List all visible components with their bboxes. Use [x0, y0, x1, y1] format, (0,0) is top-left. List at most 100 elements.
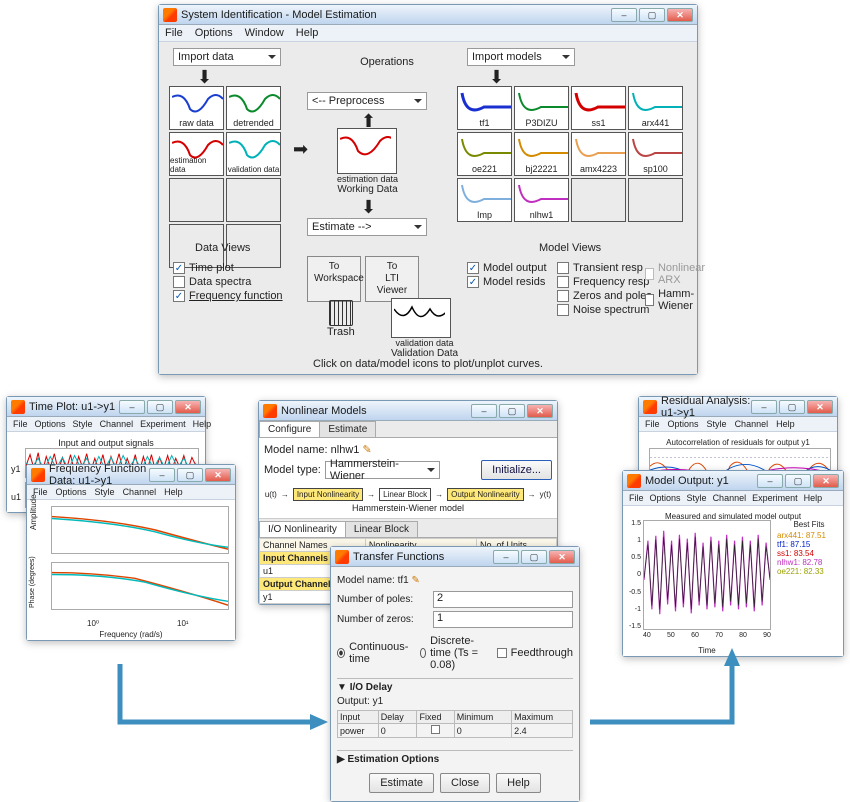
- maximize-button[interactable]: ▢: [499, 404, 525, 418]
- data-tile-empty[interactable]: [169, 178, 224, 222]
- model-tile-imp[interactable]: Imp: [457, 178, 512, 222]
- close-button[interactable]: ✕: [527, 404, 553, 418]
- close-button[interactable]: ✕: [205, 468, 231, 482]
- edit-icon[interactable]: ✎: [362, 444, 371, 456]
- table-cell[interactable]: 0: [454, 724, 511, 738]
- table-cell-checkbox[interactable]: [417, 724, 454, 738]
- table-cell[interactable]: 2.4: [512, 724, 573, 738]
- minimize-button[interactable]: –: [119, 400, 145, 414]
- menu-style[interactable]: Style: [707, 419, 727, 429]
- menu-file[interactable]: File: [629, 493, 644, 503]
- chk-noise-spectrum[interactable]: Noise spectrum: [557, 304, 652, 316]
- close-button[interactable]: ✕: [175, 400, 201, 414]
- menu-file[interactable]: File: [165, 27, 183, 39]
- maximize-button[interactable]: ▢: [785, 474, 811, 488]
- data-tile-raw[interactable]: raw data: [169, 86, 224, 130]
- io-delay-label[interactable]: I/O Delay: [350, 682, 393, 693]
- maximize-button[interactable]: ▢: [147, 400, 173, 414]
- maximize-button[interactable]: ▢: [639, 8, 665, 22]
- import-models-combo[interactable]: Import models: [467, 48, 575, 66]
- chk-zeros-poles[interactable]: Zeros and poles: [557, 290, 652, 302]
- menu-experiment[interactable]: Experiment: [140, 419, 186, 429]
- menu-options[interactable]: Options: [650, 493, 681, 503]
- minimize-button[interactable]: –: [751, 400, 777, 414]
- model-tile-arx441[interactable]: arx441: [628, 86, 683, 130]
- num-poles-field[interactable]: 2: [433, 591, 573, 608]
- data-tile-detrended[interactable]: detrended: [226, 86, 281, 130]
- minimize-button[interactable]: –: [611, 8, 637, 22]
- chk-transient-resp[interactable]: Transient resp: [557, 262, 652, 274]
- menu-window[interactable]: Window: [245, 27, 284, 39]
- estimate-combo[interactable]: Estimate -->: [307, 218, 427, 236]
- help-button[interactable]: Help: [496, 773, 541, 793]
- table-cell[interactable]: 0: [378, 724, 417, 738]
- menu-channel[interactable]: Channel: [100, 419, 134, 429]
- model-type-combo[interactable]: Hammerstein-Wiener: [325, 461, 440, 479]
- model-tile-oe221[interactable]: oe221: [457, 132, 512, 176]
- chk-model-output[interactable]: ✓Model output: [467, 262, 547, 274]
- menu-options[interactable]: Options: [668, 419, 699, 429]
- menu-help[interactable]: Help: [776, 419, 795, 429]
- minimize-button[interactable]: –: [493, 550, 519, 564]
- initialize-button[interactable]: Initialize...: [481, 460, 552, 480]
- tab-linear-block[interactable]: Linear Block: [345, 521, 418, 537]
- maximize-button[interactable]: ▢: [779, 400, 805, 414]
- menu-help[interactable]: Help: [164, 487, 183, 497]
- chk-freq-resp[interactable]: Frequency resp: [557, 276, 652, 288]
- maximize-button[interactable]: ▢: [177, 468, 203, 482]
- menu-file[interactable]: File: [13, 419, 28, 429]
- num-zeros-field[interactable]: 1: [433, 611, 573, 628]
- trash-icon[interactable]: [329, 300, 353, 326]
- menu-help[interactable]: Help: [804, 493, 823, 503]
- est-options-label[interactable]: Estimation Options: [347, 754, 439, 765]
- menu-options[interactable]: Options: [195, 27, 233, 39]
- edit-icon[interactable]: ✎: [412, 575, 420, 586]
- model-tile-empty[interactable]: [571, 178, 626, 222]
- close-button[interactable]: ✕: [549, 550, 575, 564]
- preprocess-combo[interactable]: <-- Preprocess: [307, 92, 427, 110]
- close-button[interactable]: ✕: [807, 400, 833, 414]
- chk-feedthrough[interactable]: Feedthrough: [497, 635, 573, 671]
- minimize-button[interactable]: –: [757, 474, 783, 488]
- data-tile-validation[interactable]: validation data: [226, 132, 281, 176]
- to-workspace-button[interactable]: ToWorkspace: [307, 256, 361, 302]
- estimate-button[interactable]: Estimate: [369, 773, 434, 793]
- menu-help[interactable]: Help: [193, 419, 212, 429]
- validation-data-tile[interactable]: [391, 298, 451, 338]
- minimize-button[interactable]: –: [149, 468, 175, 482]
- radio-continuous-time[interactable]: Continuous-time: [337, 635, 410, 671]
- model-tile-empty[interactable]: [628, 178, 683, 222]
- model-tile-bj22221[interactable]: bj22221: [514, 132, 569, 176]
- maximize-button[interactable]: ▢: [521, 550, 547, 564]
- model-tile-ss1[interactable]: ss1: [571, 86, 626, 130]
- table-cell[interactable]: power: [338, 724, 379, 738]
- menu-channel[interactable]: Channel: [735, 419, 769, 429]
- close-button[interactable]: Close: [440, 773, 490, 793]
- working-data-tile[interactable]: [337, 128, 397, 174]
- data-tile-empty[interactable]: [226, 178, 281, 222]
- menu-style[interactable]: Style: [73, 419, 93, 429]
- menu-file[interactable]: File: [645, 419, 660, 429]
- chk-model-resids[interactable]: ✓Model resids: [467, 276, 547, 288]
- menu-style[interactable]: Style: [95, 487, 115, 497]
- model-tile-nlhw1[interactable]: nlhw1: [514, 178, 569, 222]
- tab-estimate[interactable]: Estimate: [319, 421, 376, 437]
- menu-help[interactable]: Help: [296, 27, 319, 39]
- chk-freq-func[interactable]: ✓Frequency function: [173, 290, 283, 302]
- chk-time-plot[interactable]: ✓Time plot: [173, 262, 283, 274]
- data-tile-estimation[interactable]: estimation data: [169, 132, 224, 176]
- model-tile-sp100[interactable]: sp100: [628, 132, 683, 176]
- model-tile-p3dizu[interactable]: P3DIZU: [514, 86, 569, 130]
- close-button[interactable]: ✕: [667, 8, 693, 22]
- tab-configure[interactable]: Configure: [259, 421, 320, 437]
- import-data-combo[interactable]: Import data: [173, 48, 281, 66]
- model-tile-tf1[interactable]: tf1: [457, 86, 512, 130]
- model-tile-amx4223[interactable]: amx4223: [571, 132, 626, 176]
- menu-options[interactable]: Options: [35, 419, 66, 429]
- radio-discrete-time[interactable]: Discrete-time (Ts = 0.08): [420, 635, 486, 671]
- menu-experiment[interactable]: Experiment: [752, 493, 798, 503]
- menu-style[interactable]: Style: [687, 493, 707, 503]
- minimize-button[interactable]: –: [471, 404, 497, 418]
- close-button[interactable]: ✕: [813, 474, 839, 488]
- tab-io-nonlinearity[interactable]: I/O Nonlinearity: [259, 521, 346, 537]
